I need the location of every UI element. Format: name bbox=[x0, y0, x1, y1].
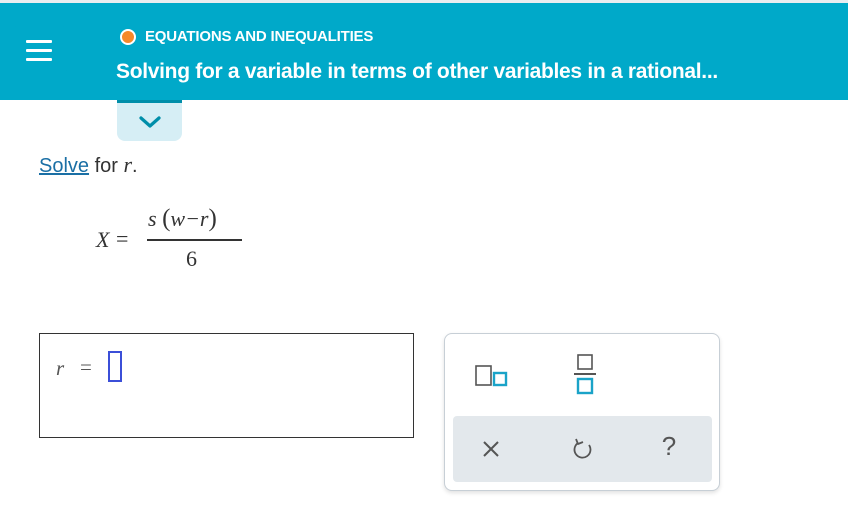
hamburger-menu-icon[interactable] bbox=[11, 26, 67, 74]
answer-area[interactable]: r = bbox=[39, 333, 414, 438]
target-variable: r bbox=[123, 152, 133, 177]
math-tool-panel: ? bbox=[444, 333, 720, 491]
page-title: Solving for a variable in terms of other… bbox=[116, 60, 718, 83]
answer-variable: r bbox=[56, 356, 65, 380]
equation-lhs: X bbox=[96, 227, 110, 252]
topic-status-dot-icon bbox=[120, 28, 136, 45]
numerator-inner: w−r bbox=[170, 206, 209, 231]
equation-equals: = bbox=[116, 226, 129, 251]
numerator-coefficient: s bbox=[148, 206, 157, 231]
header-bar: EQUATIONS AND INEQUALITIES Solving for a… bbox=[0, 3, 848, 100]
instruction-period: . bbox=[132, 155, 138, 177]
answer-equals: = bbox=[80, 355, 92, 379]
fraction-bar bbox=[147, 239, 242, 241]
expand-toggle-button[interactable] bbox=[117, 100, 182, 141]
superscript-button[interactable] bbox=[473, 362, 517, 396]
numerator-close-paren: ) bbox=[208, 205, 217, 232]
undo-button[interactable] bbox=[570, 436, 596, 462]
exponent-template-icon bbox=[475, 365, 508, 387]
topic-row: EQUATIONS AND INEQUALITIES bbox=[120, 28, 373, 45]
equation-denominator: 6 bbox=[186, 246, 197, 271]
fraction-template-icon bbox=[574, 354, 596, 395]
close-icon bbox=[483, 441, 499, 457]
problem-instruction: Solve for r. bbox=[39, 152, 138, 178]
topic-label: EQUATIONS AND INEQUALITIES bbox=[145, 28, 374, 45]
equation-numerator: s (w−r) bbox=[148, 205, 217, 233]
fraction-button[interactable] bbox=[567, 352, 603, 400]
help-button[interactable]: ? bbox=[657, 431, 681, 465]
instruction-text: for bbox=[89, 155, 124, 177]
chevron-down-icon bbox=[138, 116, 161, 128]
help-icon: ? bbox=[661, 431, 677, 461]
clear-button[interactable] bbox=[479, 437, 503, 461]
answer-input[interactable] bbox=[108, 351, 122, 382]
solve-link[interactable]: Solve bbox=[39, 155, 89, 177]
tool-actions-bar: ? bbox=[453, 416, 712, 482]
undo-icon bbox=[573, 438, 592, 459]
